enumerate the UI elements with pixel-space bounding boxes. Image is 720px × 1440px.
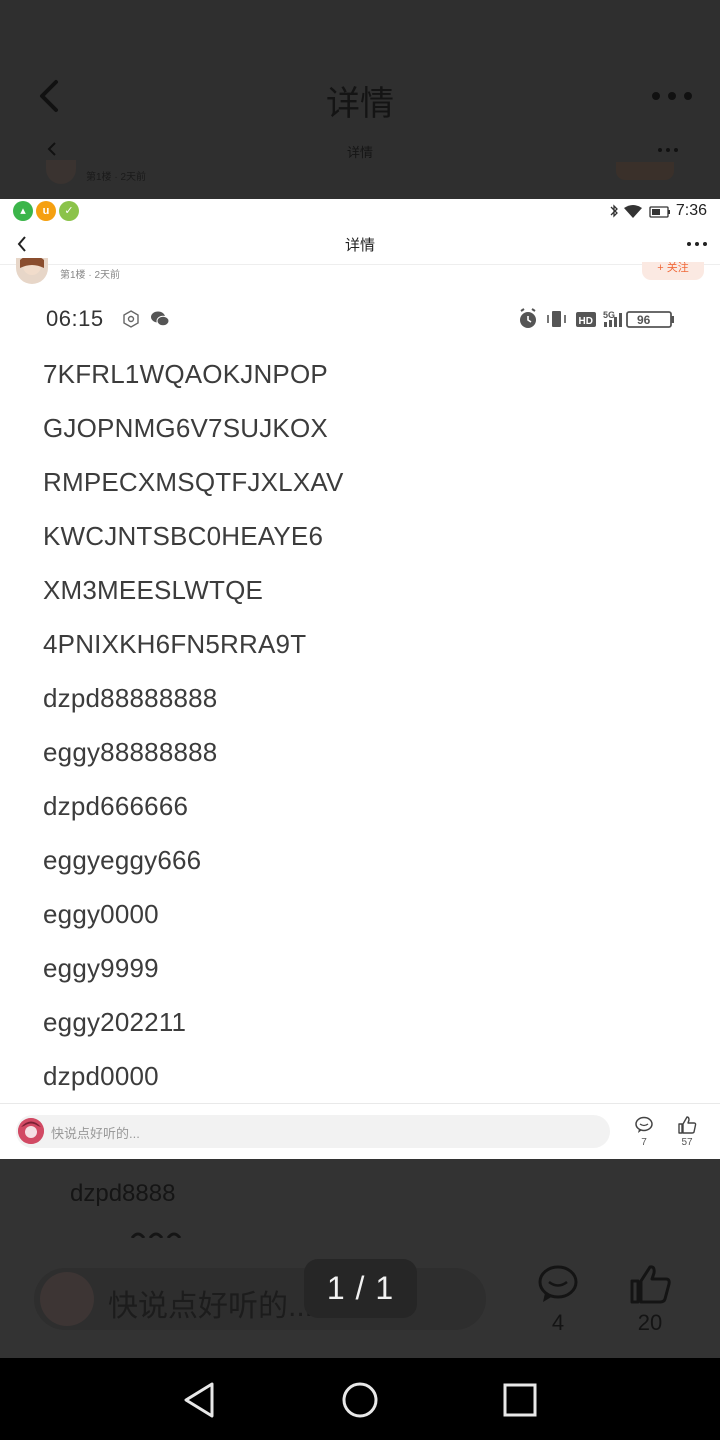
inner-comment-bar: 快说点好听的... 7 57: [0, 1103, 720, 1159]
avatar: [46, 160, 76, 184]
post-header: 第1楼 · 2天前 + 关注: [0, 258, 720, 286]
code-item: 7KFRL1WQAOKJNPOP: [43, 359, 328, 389]
background-post-meta: 第1楼 · 2天前: [86, 172, 147, 183]
code-item: KWCJNTSBC0HEAYE6: [43, 521, 324, 551]
avatar: [40, 1272, 94, 1326]
thumbs-up-icon[interactable]: [628, 1264, 672, 1304]
like-count: 20: [637, 1310, 663, 1335]
settings-icon: [123, 310, 139, 328]
comment-count: 4: [551, 1310, 565, 1335]
status-icons: [610, 204, 670, 218]
image-viewer: 详情 详情 第1楼 · 2天前 ▴ u ✓ 7:36 详情 第1楼 · 2天前 …: [0, 0, 720, 1440]
background-list-item: dzpd8888: [70, 1180, 176, 1207]
comment-icon: [635, 1116, 653, 1133]
svg-text:5G: 5G: [603, 310, 615, 320]
page-title: 详情: [326, 85, 394, 123]
svg-text:HD: HD: [579, 316, 593, 327]
comment-icon[interactable]: [536, 1264, 580, 1304]
code-item: 4PNIXKH6FN5RRA9T: [43, 629, 307, 659]
post-meta: 第1楼 · 2天前: [60, 270, 121, 281]
inner-page-title: 详情: [344, 237, 375, 254]
code-item: dzpd0000: [43, 1061, 159, 1091]
image-status-time: 06:15: [46, 306, 104, 331]
code-item: XM3MEESLWTQE: [43, 575, 264, 605]
background-subtitle: 详情: [346, 145, 373, 160]
code-item: dzpd88888888: [43, 683, 218, 713]
viewed-screenshot[interactable]: ▴ u ✓ 7:36 详情 第1楼 · 2天前 + 关注 06:15 HD 5G…: [0, 199, 720, 1159]
uc-browser-icon: u: [36, 201, 56, 221]
code-item: eggy0000: [43, 899, 159, 929]
code-item: eggy88888888: [43, 737, 218, 767]
android-store-icon: ▴: [13, 201, 33, 221]
avatar: [18, 1118, 44, 1144]
comment-placeholder: 快说点好听的...: [51, 1126, 140, 1141]
system-nav-bar: [0, 1358, 720, 1440]
home-nav-icon[interactable]: [340, 1380, 380, 1420]
code-item: RMPECXMSQTFJXLXAV: [43, 467, 344, 497]
status-time: 7:36: [675, 202, 707, 219]
avatar: [16, 258, 48, 284]
code-item: eggyeggy666: [43, 845, 202, 875]
follow-button: + 关注: [642, 262, 704, 280]
wechat-icon: [151, 311, 170, 327]
comment-placeholder: 快说点好听的...: [108, 1290, 314, 1323]
battery-level: 96: [637, 313, 651, 327]
thumbs-up-icon: [678, 1116, 697, 1134]
background-header: 详情 详情 第1楼 · 2天前: [0, 0, 720, 200]
follow-button: [616, 162, 674, 180]
back-nav-icon[interactable]: [180, 1380, 220, 1420]
code-item: dzpd666666: [43, 791, 189, 821]
code-item: GJOPNMG6V7SUJKOX: [43, 413, 328, 443]
comment-count: 7: [641, 1137, 647, 1148]
code-item: eggy9999: [43, 953, 159, 983]
page-indicator: 1 / 1: [304, 1259, 417, 1318]
more-options-icon[interactable]: [652, 88, 692, 104]
recents-nav-icon[interactable]: [500, 1380, 540, 1420]
status-bar: ▴ u ✓ 7:36: [0, 199, 720, 225]
image-status-icons: HD 5G 96: [520, 308, 674, 328]
inner-nav-bar: 详情: [0, 225, 720, 265]
like-count: 57: [681, 1137, 693, 1148]
text-fragment: [130, 1232, 182, 1238]
more-options-icon: [658, 148, 678, 152]
code-item: eggy202211: [43, 1007, 187, 1037]
more-options-icon: [687, 242, 707, 246]
leaf-app-icon: ✓: [59, 201, 79, 221]
